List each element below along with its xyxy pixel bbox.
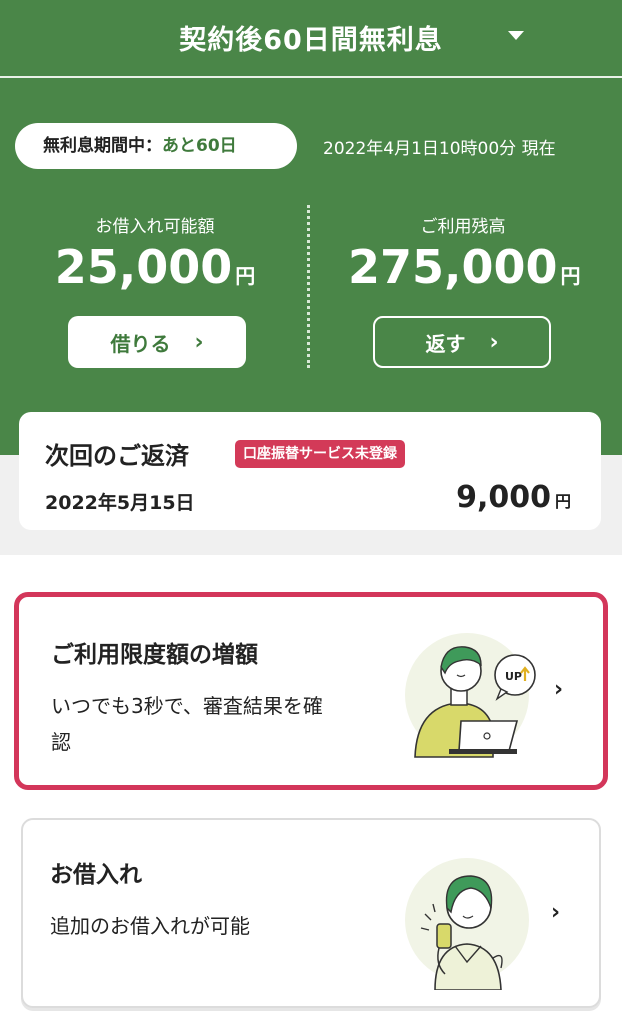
dropdown-caret-icon[interactable] xyxy=(508,31,524,40)
chevron-right-icon: › xyxy=(551,900,561,925)
next-repayment-date: 2022年5月15日 xyxy=(45,492,195,514)
available-label: お借入れ可能額 xyxy=(95,217,215,237)
balance-amount-value: 275,000 xyxy=(348,240,558,294)
available-amount-value: 25,000 xyxy=(54,240,233,294)
limit-increase-desc-line2: 認 xyxy=(51,730,71,754)
balance-label: ご利用残高 xyxy=(420,217,506,237)
up-label: UP xyxy=(505,670,522,683)
next-repayment-card: 次回のご返済 口座振替サービス未登録 2022年5月15日 9,000 円 xyxy=(19,412,601,530)
limit-increase-title: ご利用限度額の増額 xyxy=(51,642,258,668)
person-phone-illustration xyxy=(405,858,529,990)
balance-amount: 275,000 円 xyxy=(348,240,581,294)
next-repayment-unit: 円 xyxy=(554,492,571,511)
borrow-card-title: お借入れ xyxy=(50,862,142,888)
limit-increase-card[interactable]: ご利用限度額の増額 いつでも3秒で、審査結果を確 認 UP › xyxy=(14,592,608,790)
borrow-card-desc: 追加のお借入れが可能 xyxy=(50,914,250,938)
available-unit: 円 xyxy=(235,264,256,288)
chevron-right-icon: › xyxy=(194,329,204,355)
period-value: あと60日 xyxy=(162,136,237,156)
chevron-right-icon: › xyxy=(554,677,564,702)
person-laptop-illustration: UP xyxy=(405,633,536,758)
available-amount: 25,000 円 xyxy=(50,240,260,294)
header[interactable]: 契約後60日間無利息 xyxy=(0,0,622,78)
period-label: 無利息期間中： xyxy=(43,136,162,156)
auto-debit-status-badge: 口座振替サービス未登録 xyxy=(235,440,405,468)
borrow-button-label: 借りる xyxy=(110,331,171,356)
repay-button-label: 返す xyxy=(425,331,466,356)
balance-unit: 円 xyxy=(560,264,581,288)
column-divider xyxy=(307,205,310,368)
as-of-timestamp: 2022年4月1日10時00分 現在 xyxy=(323,139,556,159)
next-repayment-title: 次回のご返済 xyxy=(45,442,189,470)
next-repayment-amount-value: 9,000 xyxy=(456,480,551,515)
limit-increase-desc-line1: いつでも3秒で、審査結果を確 xyxy=(51,694,323,718)
repay-button[interactable]: 返す › xyxy=(373,316,551,368)
header-title: 契約後60日間無利息 xyxy=(179,25,443,56)
next-repayment-amount: 9,000 円 xyxy=(456,480,571,515)
chevron-right-icon: › xyxy=(489,329,499,355)
limit-increase-desc: いつでも3秒で、審査結果を確 認 xyxy=(51,688,381,760)
borrow-card[interactable]: お借入れ 追加のお借入れが可能 › xyxy=(21,818,601,1008)
borrow-button[interactable]: 借りる › xyxy=(68,316,246,368)
interest-free-badge: 無利息期間中：あと60日 xyxy=(15,123,297,169)
